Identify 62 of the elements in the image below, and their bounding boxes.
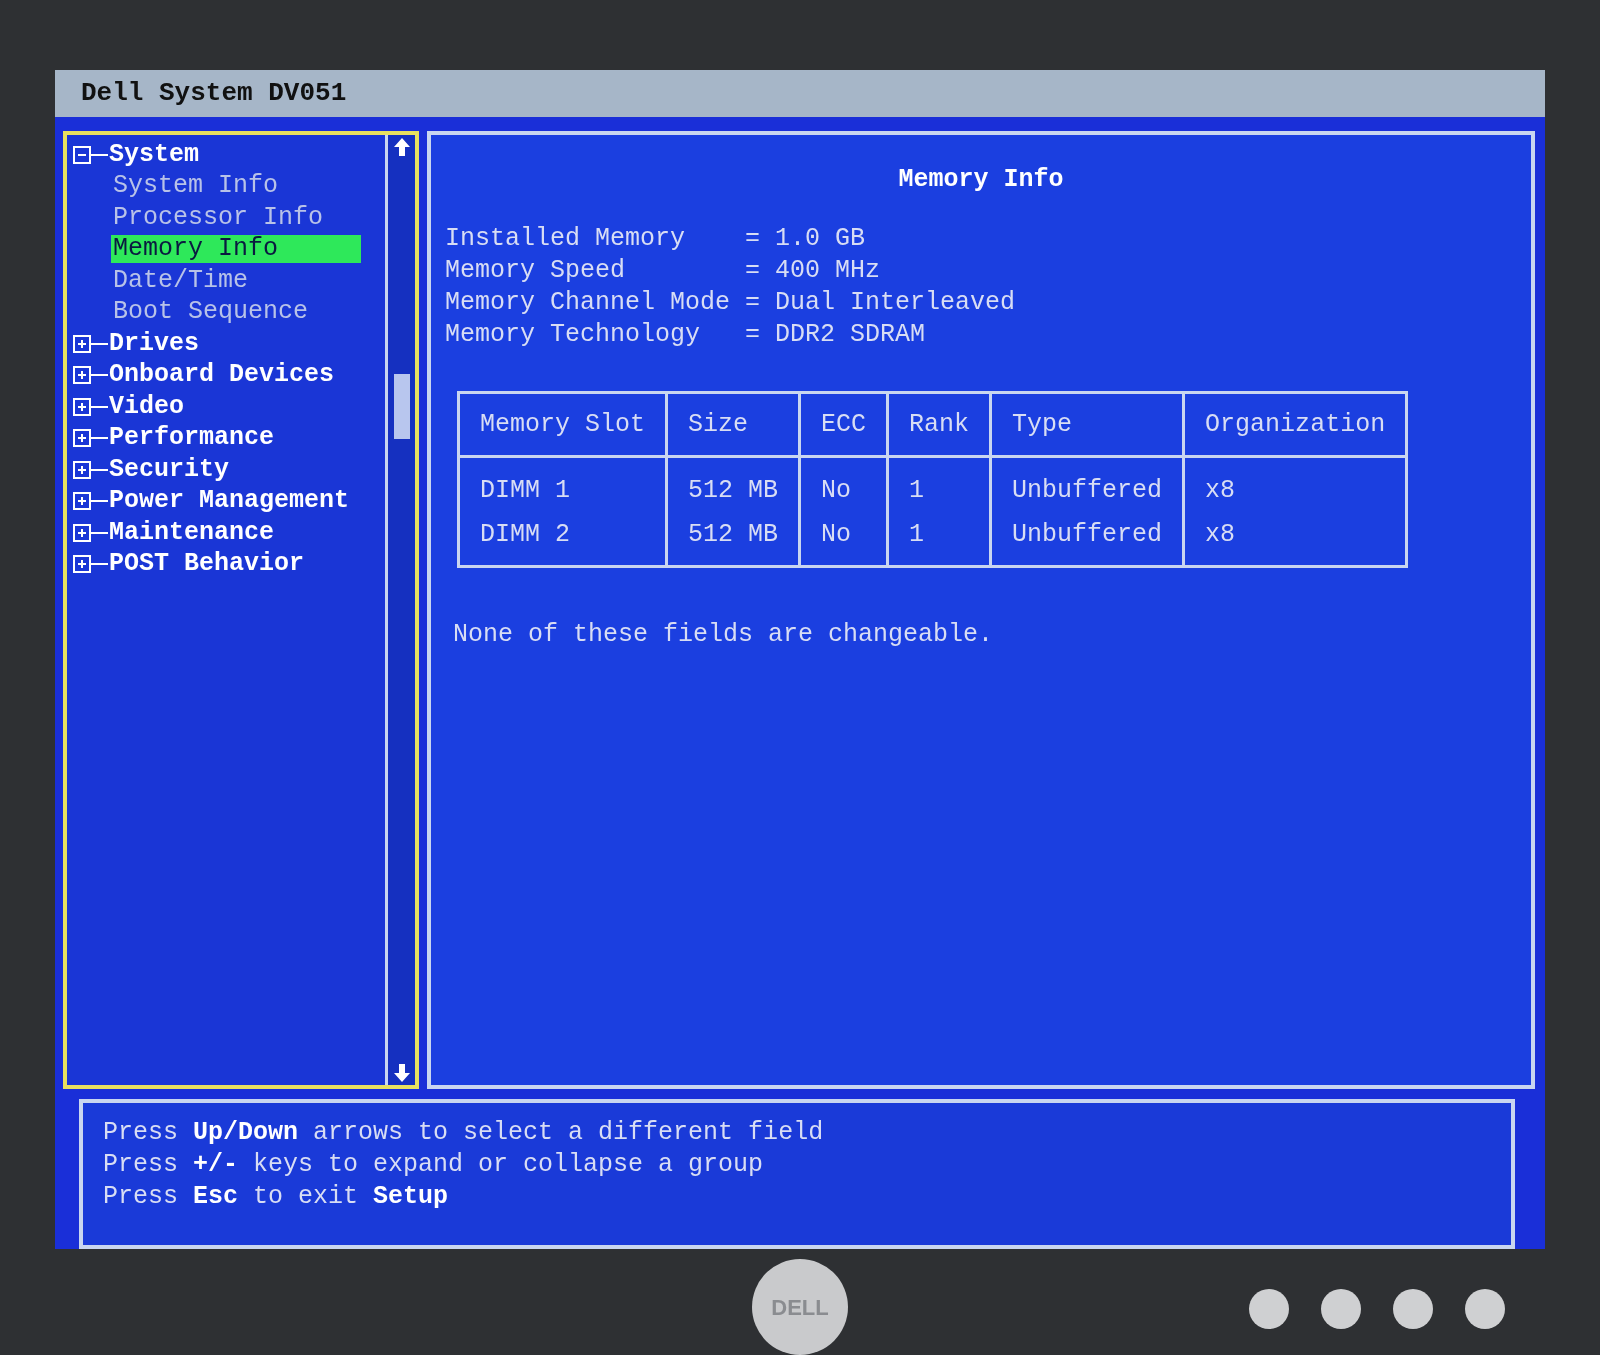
expand-icon[interactable] [73,522,109,543]
table-cell: 512 MB [666,456,800,513]
monitor-button[interactable] [1393,1289,1433,1329]
table-cell: x8 [1183,456,1407,513]
expand-icon[interactable] [73,491,109,512]
tree-item[interactable]: Drives [109,329,199,358]
field-label: Installed Memory [445,222,687,255]
expand-icon[interactable] [73,396,109,417]
table-cell: 1 [887,456,991,513]
tree-item[interactable]: Boot Sequence [111,298,311,327]
window-title: Dell System DV051 [55,70,1545,117]
brand-logo: DELL [752,1259,848,1355]
collapse-icon[interactable] [73,144,109,165]
scroll-bar[interactable] [385,135,415,1085]
tree-item[interactable]: Video [109,392,184,421]
tree-item[interactable]: Power Management [109,487,350,516]
tree-item[interactable]: Security [109,455,230,484]
tree-item[interactable]: System Info [111,172,281,201]
table-cell: 512 MB [666,512,800,567]
table-cell: DIMM 2 [458,512,667,567]
tree-item[interactable]: Processor Info [111,203,326,232]
field-value: = 1.0 GB [745,222,866,255]
expand-icon[interactable] [73,459,109,480]
tree-item[interactable]: POST Behavior [109,550,305,579]
tree-item[interactable]: Onboard Devices [109,361,335,390]
column-header: Type [990,392,1184,457]
monitor-button[interactable] [1249,1289,1289,1329]
field-label: Memory Technology [445,318,702,351]
help-text: Press Up/Down arrows to select a different field [103,1117,824,1149]
table-cell: DIMM 1 [458,456,667,513]
table-cell: x8 [1183,512,1407,567]
help-text: Press +/- keys to expand or collapse a group [103,1149,764,1181]
tree-item[interactable]: Date/Time [111,266,251,295]
tree-item[interactable]: Maintenance [109,518,275,547]
tree-item[interactable]: Performance [109,424,275,453]
expand-icon[interactable] [73,554,109,575]
tree-item[interactable]: System [109,140,199,169]
expand-icon[interactable] [73,333,109,354]
tree-item[interactable]: Memory Info [111,235,361,264]
field-label: Memory Channel Mode [445,286,732,319]
monitor-button[interactable] [1321,1289,1361,1329]
help-text: Press Esc to exit Setup [103,1181,449,1213]
column-header: Rank [887,392,991,457]
table-cell: Unbuffered [990,512,1184,567]
field-label: Memory Speed [445,254,627,287]
expand-icon[interactable] [73,365,109,386]
table-cell: No [799,512,888,567]
column-header: ECC [799,392,888,457]
table-cell: No [799,456,888,513]
table-cell: 1 [887,512,991,567]
field-value: = DDR2 SDRAM [745,318,926,351]
info-text: None of these fields are changeable. [453,619,994,651]
power-button[interactable] [1465,1289,1505,1329]
field-value: = 400 MHz [745,254,881,287]
column-header: Size [666,392,800,457]
table-cell: Unbuffered [990,456,1184,513]
expand-icon[interactable] [73,428,109,449]
column-header: Memory Slot [458,392,667,457]
panel-title: Memory Info [898,164,1064,196]
scroll-thumb[interactable] [393,374,410,439]
column-header: Organization [1183,392,1407,457]
field-value: = Dual Interleaved [745,286,1016,319]
